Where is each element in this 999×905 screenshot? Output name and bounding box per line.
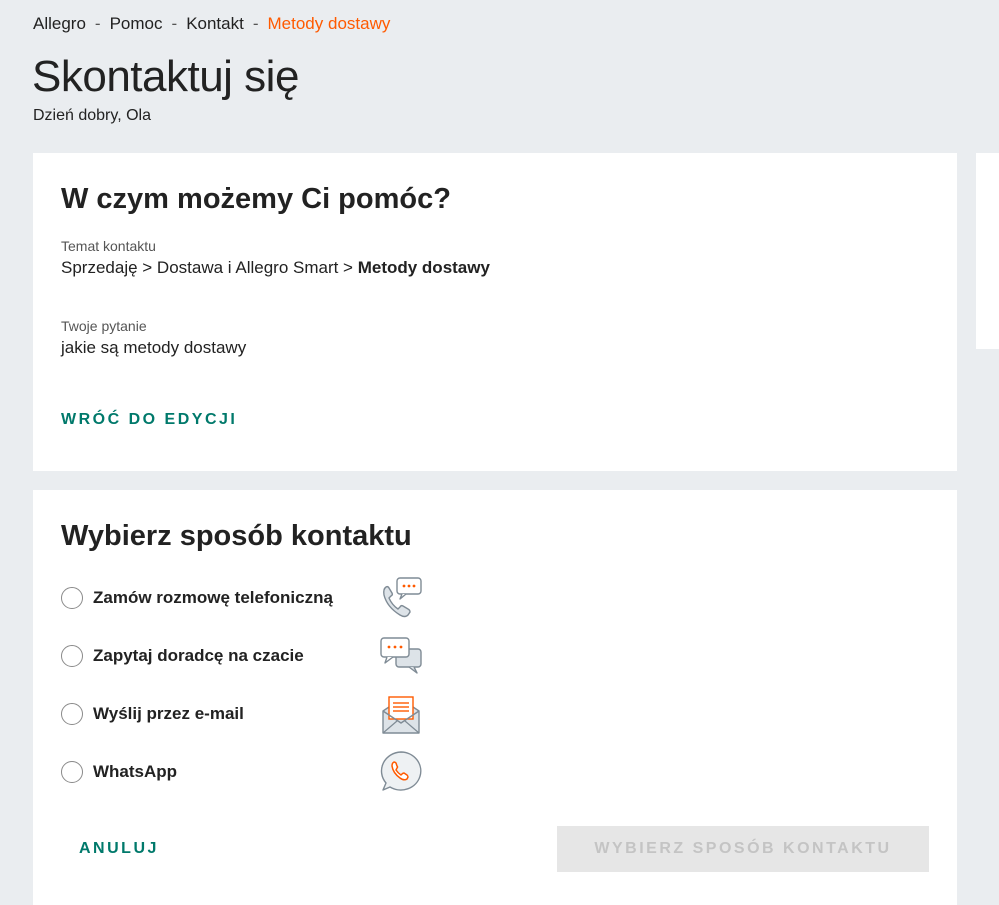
option-label: Zamów rozmowę telefoniczną (93, 588, 333, 607)
radio-button[interactable] (61, 703, 83, 725)
topic-card-heading: W czym możemy Ci pomóc? (61, 183, 451, 215)
contact-page: Allegro - Pomoc - Kontakt - Metody dosta… (0, 0, 999, 905)
chat-bubbles-icon (380, 637, 422, 674)
radio-button[interactable] (61, 587, 83, 609)
breadcrumb-separator: - (171, 14, 178, 33)
option-label: WhatsApp (93, 762, 178, 781)
topic-label: Temat kontaktu (61, 238, 156, 254)
email-envelope-icon (382, 696, 420, 734)
topic-current: Metody dostawy (357, 258, 490, 277)
page-title: Skontaktuj się (32, 52, 299, 101)
topic-path: Sprzedaję > Dostawa i Allegro Smart > (61, 258, 358, 277)
breadcrumb-item-kontakt[interactable]: Kontakt (186, 14, 244, 34)
option-email[interactable]: Wyślij przez e-mail (61, 691, 441, 737)
cancel-button[interactable]: ANULUJ (79, 840, 159, 858)
breadcrumb-item-pomoc[interactable]: Pomoc (110, 14, 163, 34)
question-value: jakie są metody dostawy (61, 338, 247, 357)
contact-card-heading: Wybierz sposób kontaktu (61, 520, 412, 552)
option-phone-call[interactable]: Zamów rozmowę telefoniczną (61, 575, 441, 621)
question-label: Twoje pytanie (61, 318, 147, 334)
radio-button[interactable] (61, 761, 83, 783)
breadcrumb-current: Metody dostawy (267, 14, 391, 33)
breadcrumb-item-allegro[interactable]: Allegro (33, 14, 86, 34)
breadcrumb-separator: - (252, 14, 259, 33)
greeting: Dzień dobry, Ola (33, 107, 151, 124)
whatsapp-icon (380, 751, 422, 791)
topic-value: Sprzedaję > Dostawa i Allegro Smart > Me… (61, 258, 490, 278)
option-chat[interactable]: Zapytaj doradcę na czacie (61, 633, 441, 679)
option-label: Wyślij przez e-mail (93, 704, 244, 723)
side-panel (976, 153, 999, 349)
phone-chat-icon (383, 577, 422, 618)
edit-back-link[interactable]: WRÓĆ DO EDYCJI (61, 411, 237, 429)
option-whatsapp[interactable]: WhatsApp (61, 749, 441, 795)
topic-card: W czym możemy Ci pomóc? Temat kontaktu S… (33, 153, 957, 471)
breadcrumb: Allegro - Pomoc - Kontakt - Metody dosta… (33, 14, 390, 34)
choose-contact-method-button[interactable]: WYBIERZ SPOSÓB KONTAKTU (557, 826, 929, 872)
option-label: Zapytaj doradcę na czacie (93, 646, 304, 665)
breadcrumb-separator: - (94, 14, 101, 33)
radio-button[interactable] (61, 645, 83, 667)
contact-method-card: Wybierz sposób kontaktu Zamów rozmowę te… (33, 490, 957, 905)
